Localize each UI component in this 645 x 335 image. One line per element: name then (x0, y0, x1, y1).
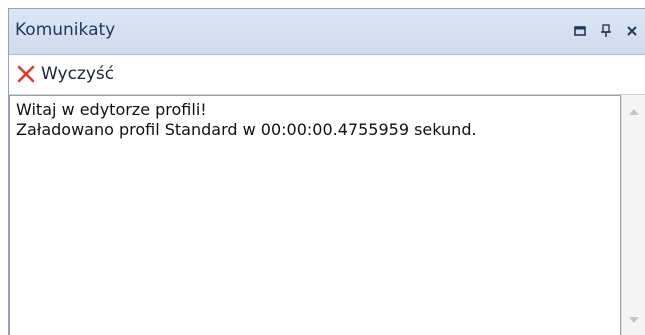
log-line: Witaj w edytorze profili! (16, 100, 207, 119)
scroll-down-button[interactable] (622, 309, 645, 331)
vertical-scrollbar[interactable] (621, 95, 645, 335)
clear-button[interactable]: Wyczyść (15, 62, 114, 86)
scroll-down-icon (628, 317, 639, 323)
scroll-up-button[interactable] (622, 101, 645, 123)
restore-window-button[interactable] (567, 21, 593, 41)
messages-log[interactable]: Witaj w edytorze profili! Załadowano pro… (9, 95, 621, 335)
pin-icon (601, 24, 611, 37)
red-x-icon (15, 63, 37, 85)
messages-panel: Komunikaty Wyczyść Witaj w edytorze prof… (8, 8, 645, 335)
panel-toolbar: Wyczyść (9, 55, 645, 95)
restore-window-icon (574, 26, 586, 36)
clear-button-label: Wyczyść (41, 64, 115, 84)
panel-title-buttons (567, 21, 645, 41)
close-icon (627, 26, 637, 36)
scroll-up-icon (628, 109, 639, 115)
panel-titlebar: Komunikaty (9, 9, 645, 55)
log-line: Załadowano profil Standard w 00:00:00.47… (16, 120, 477, 139)
panel-title: Komunikaty (15, 20, 116, 40)
close-button[interactable] (619, 21, 645, 41)
pin-button[interactable] (593, 21, 619, 41)
